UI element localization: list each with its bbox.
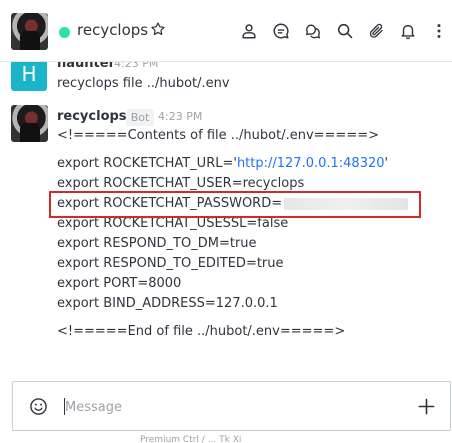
room-title[interactable]: recyclops [77, 21, 148, 39]
env-line: export PORT=8000 [57, 276, 182, 291]
env-line: export ROCKETCHAT_USESSL=false [57, 216, 289, 231]
emoji-icon[interactable] [29, 397, 48, 416]
threads-icon[interactable] [304, 22, 322, 40]
env-line: export RESPOND_TO_DM=true [57, 236, 257, 251]
message-composer [12, 381, 451, 431]
message-body: recyclops file ../hubot/.env [57, 76, 230, 91]
plus-icon[interactable] [417, 397, 436, 416]
room-avatar[interactable] [11, 13, 48, 50]
members-icon[interactable] [240, 22, 258, 40]
message-list: H haunter 4:23 PM recyclops file ../hubo… [0, 55, 452, 375]
file-header-line: <!=====Contents of file ../hubot/.env===… [57, 128, 379, 143]
bot-avatar[interactable] [11, 105, 48, 142]
bot-badge: Bot [126, 109, 154, 126]
message-timestamp: 4:23 PM [158, 110, 203, 123]
search-icon[interactable] [336, 22, 354, 40]
env-line: export RESPOND_TO_EDITED=true [57, 256, 284, 271]
message-input[interactable] [65, 396, 395, 418]
file-footer-line: <!=====End of file ../hubot/.env=====> [57, 324, 346, 339]
attachment-icon[interactable] [368, 22, 386, 40]
message-username[interactable]: recyclops [57, 109, 127, 124]
rocketchat-url-link[interactable]: http://127.0.0.1:48320 [237, 156, 385, 171]
kebab-menu-icon[interactable] [432, 22, 446, 40]
env-line: export ROCKETCHAT_USER=recyclops [57, 176, 305, 191]
room-header: recyclops [0, 0, 452, 62]
online-status-dot [59, 27, 70, 38]
env-line-url-suffix: ' [384, 156, 389, 171]
composer-footer-hint: Premium Ctrl / ... Tk Xi [140, 435, 242, 443]
env-line-url: export ROCKETCHAT_URL='http://127.0.0.1:… [57, 156, 388, 171]
env-line-url-prefix: export ROCKETCHAT_URL=' [57, 156, 237, 171]
password-highlight-box [49, 191, 421, 218]
discussion-icon[interactable] [272, 22, 290, 40]
user-avatar[interactable]: H [11, 58, 47, 91]
notifications-icon[interactable] [399, 22, 417, 40]
star-icon[interactable] [150, 21, 166, 37]
env-line: export BIND_ADDRESS=127.0.0.1 [57, 296, 278, 311]
